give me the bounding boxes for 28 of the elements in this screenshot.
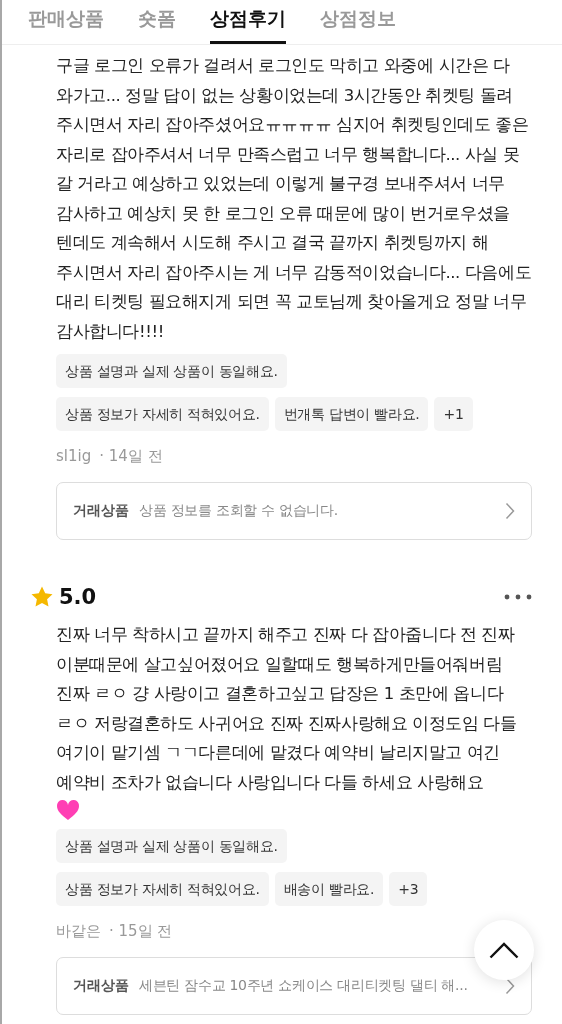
product-label: 거래상품 (73, 977, 129, 995)
chevron-right-icon (505, 502, 515, 520)
review-text: 구글 로그인 오류가 걸려서 로그인도 막히고 와중에 시간은 다 와가고... 정말 답이 없는 상황이었는데 3시간동안 취켓팅 돌려 주시면서 자리 잡아주셨어요ㅠㅠㅠㅠ 심지어 취켓팅인데도 좋은 자리로 잡아주셔서 너무 만족스럽고 너무 행복합니다... 사실 못 갈 거라고 예상하고 있었는데 이렇게 불구경 보내주셔서 너무 감사하고 예상치 못 한 로그인 오류 때문에 많이 번거로우셨을 텐데도 계속해서 시도해 주시고 결국 끝까지 취켓팅까지 해 주시면서 자리 잡아주시는 게 너무 감동적이었습니다... 다음에도 대리 티켓팅 필요해지게 되면 꼭 교토님께 찾아올게요 정말 너무 감사합니다!!!! (56, 55, 532, 343)
product-card[interactable]: 거래상품 상품 정보를 조회할 수 없습니다. (56, 482, 532, 540)
review-tag: +3 (389, 872, 428, 906)
product-label: 거래상품 (73, 502, 129, 520)
review-tag: 번개톡 답변이 빨라요. (274, 397, 429, 431)
review-tag: 배송이 빨라요. (274, 872, 384, 906)
heart-icon (56, 799, 80, 821)
more-icon[interactable] (504, 594, 532, 600)
product-card[interactable]: 거래상품 세븐틴 잠수교 10주년 쇼케이스 대리티켓팅 댈티 해... (56, 957, 532, 1015)
product-name: 상품 정보를 조회할 수 없습니다. (139, 502, 339, 520)
review-tag: 상품 정보가 자세히 적혀있어요. (56, 872, 269, 906)
review-text: 진짜 너무 착하시고 끝까지 해주고 진짜 다 잡아줍니다 전 진짜 이분때문에 살고싶어졌어요 일할때도 행복하게만들어줘버림 진짜 ㄹㅇ 걍 사랑이고 결혼하고싶고 답장은 1 초만에 옵니다 ㄹㅇ 저랑결혼하도 사귀어요 진짜 진짜사랑해요 이정도임 다들 여기이 맡기셈 ㄱㄱ다른데에 맡겼다 예약비 날리지말고 여긴 예약비 조차가 없습니다 사랑입니다 다들 하세요 사랑해요 (56, 624, 518, 794)
tab[interactable]: 상점후기 (210, 0, 286, 44)
review-tag: 상품 정보가 자세히 적혀있어요. (56, 397, 269, 431)
chevron-up-icon (489, 941, 519, 959)
review-tag: 상품 설명과 실제 상품이 동일해요. (56, 354, 287, 388)
reviewer-name: 바같은 (56, 922, 101, 941)
rating-score: 5.0 (59, 585, 97, 609)
chevron-right-icon (505, 977, 515, 995)
product-name: 세븐틴 잠수교 10주년 쇼케이스 대리티켓팅 댈티 해... (139, 977, 469, 995)
review-date: · 14일 전 (99, 447, 163, 466)
review-date: · 15일 전 (109, 922, 173, 941)
review-tag: +1 (434, 397, 473, 431)
review-tag: 상품 설명과 실제 상품이 동일해요. (56, 829, 287, 863)
reviewer-name: sl1ig (56, 447, 92, 466)
star-icon (30, 585, 54, 609)
